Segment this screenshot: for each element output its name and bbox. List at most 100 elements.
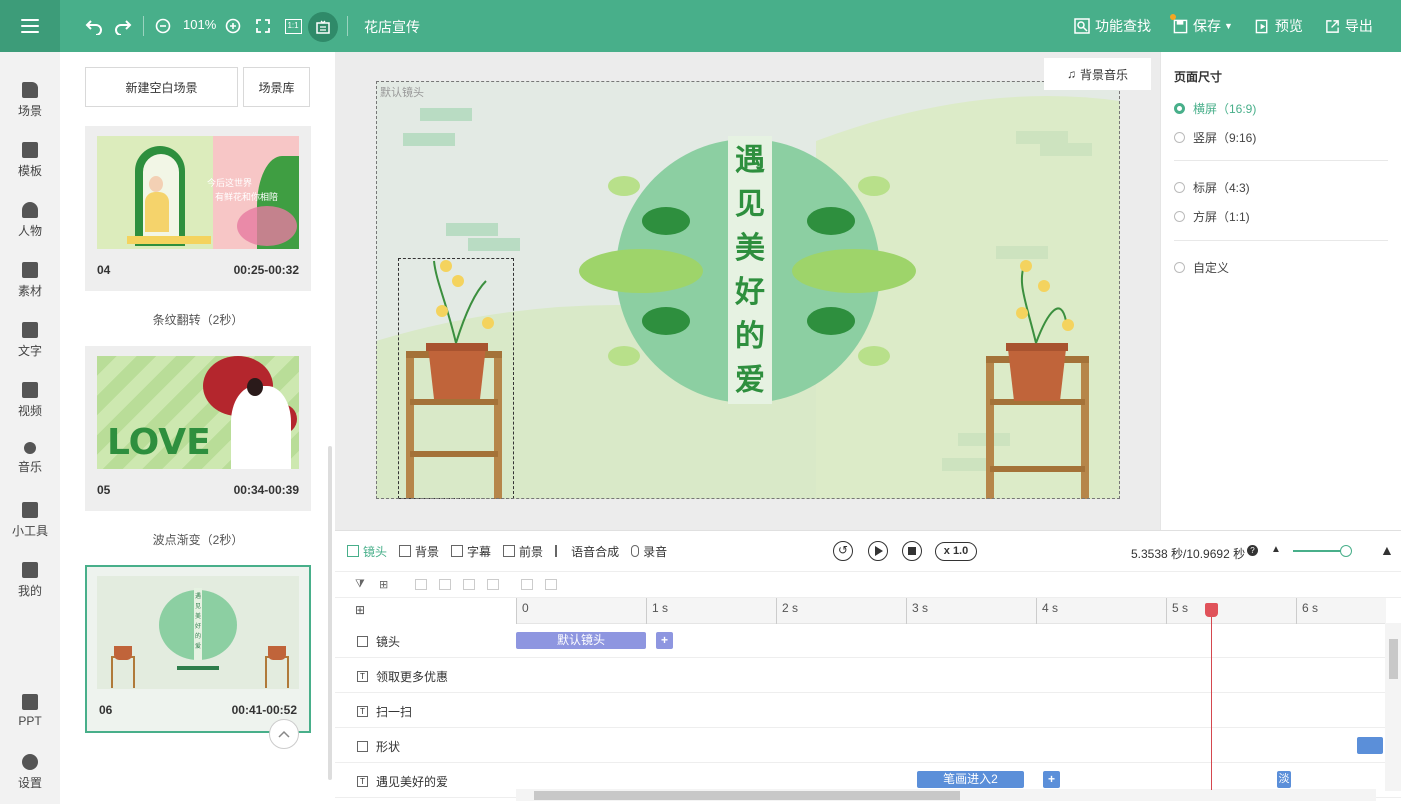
nav-character[interactable]: 人物	[0, 202, 60, 239]
nav-video[interactable]: 视频	[0, 382, 60, 419]
preview-button[interactable]: 预览	[1255, 16, 1303, 36]
nav-music[interactable]: 音乐	[0, 442, 60, 475]
shape-icon	[357, 741, 368, 752]
new-blank-scene-button[interactable]: 新建空白场景	[85, 67, 238, 107]
text-icon: T	[357, 776, 368, 787]
radio-landscape[interactable]: 横屏（16:9)	[1174, 100, 1256, 117]
radio-square[interactable]: 方屏（1:1)	[1174, 208, 1250, 225]
radio-portrait[interactable]: 竖屏（9:16)	[1174, 129, 1256, 146]
stage-canvas[interactable]: 遇见美好的爱	[376, 81, 1120, 499]
nav-settings[interactable]: 设置	[0, 754, 60, 791]
radio-icon	[1174, 182, 1185, 193]
stage-title[interactable]: 遇见美好的爱	[734, 139, 766, 403]
radio-standard[interactable]: 标屏（4:3)	[1174, 179, 1250, 196]
tab-foreground[interactable]: 前景	[503, 543, 543, 560]
collapse-up-button[interactable]	[269, 719, 299, 749]
selected-element-outline[interactable]	[398, 258, 514, 499]
track-settings-icon[interactable]: ⊞	[355, 603, 365, 617]
background-music-button[interactable]: ♫ 背景音乐	[1044, 58, 1151, 90]
save-button[interactable]: 保存 ▼	[1173, 16, 1233, 36]
track-row-text[interactable]: T 领取更多优惠	[335, 658, 1401, 693]
subtitle-tool-button[interactable]	[308, 12, 338, 42]
tab-camera[interactable]: 镜头	[347, 543, 387, 560]
nav-text[interactable]: 文字	[0, 322, 60, 359]
tab-background[interactable]: 背景	[399, 543, 439, 560]
microphone-icon	[631, 545, 640, 557]
distribute-icon[interactable]	[487, 579, 499, 590]
clip-stroke-enter[interactable]: 笔画进入2	[917, 771, 1024, 788]
timeline-hscrollbar[interactable]	[516, 789, 1376, 801]
track-row-shape[interactable]: 形状	[335, 728, 1401, 763]
actual-size-icon[interactable]: 1:1	[281, 14, 305, 38]
track-row-text[interactable]: T 扫一扫	[335, 693, 1401, 728]
undo-icon[interactable]	[82, 14, 106, 38]
align-center-icon[interactable]	[439, 579, 451, 590]
track-row-camera[interactable]: 镜头 默认镜头 +	[335, 623, 1401, 658]
upload-icon	[22, 562, 38, 578]
gear-icon	[22, 754, 38, 770]
menu-button[interactable]	[0, 0, 60, 52]
playhead[interactable]	[1211, 604, 1212, 790]
scene-card-06[interactable]: 遇见美好的爱 06 00:41-00:52	[85, 565, 311, 733]
stop-button[interactable]	[902, 541, 922, 561]
shape-clip[interactable]	[1357, 737, 1383, 754]
redo-icon[interactable]	[111, 14, 135, 38]
timeline-toolbar: ⧩ ⊞	[335, 571, 1401, 598]
playhead-handle[interactable]	[1205, 603, 1218, 617]
add-clip-button[interactable]: +	[656, 632, 673, 649]
nav-tools[interactable]: 小工具	[0, 502, 60, 539]
scene-thumbnail: LOVE	[97, 356, 299, 469]
nav-ppt[interactable]: PPT	[0, 694, 60, 728]
tab-tts[interactable]: 语音合成	[555, 543, 619, 560]
transition-label[interactable]: 波点渐变（2秒）	[85, 531, 311, 548]
speed-button[interactable]: x 1.0	[935, 542, 977, 561]
tab-subtitle[interactable]: 字幕	[451, 543, 491, 560]
zoom-in-icon[interactable]	[221, 14, 245, 38]
slider-handle[interactable]	[1340, 545, 1352, 557]
help-icon[interactable]: ?	[1247, 545, 1258, 556]
replay-button[interactable]: ↺	[833, 541, 853, 561]
filter-icon[interactable]: ⧩	[355, 578, 365, 591]
scene-thumbnail: 遇见美好的爱	[97, 576, 299, 689]
time-ruler[interactable]: 0 1 s 2 s 3 s 4 s 5 s 6 s	[516, 598, 1386, 624]
scene-time: 00:41-00:52	[231, 703, 297, 717]
nav-material[interactable]: 素材	[0, 262, 60, 299]
tab-record[interactable]: 录音	[631, 543, 667, 560]
menu-icon	[21, 19, 39, 33]
zoom-out-icon[interactable]	[151, 14, 175, 38]
fullscreen-icon[interactable]	[251, 14, 275, 38]
scene-card-05[interactable]: LOVE 05 00:34-00:39	[85, 346, 311, 511]
clip-fade[interactable]: 淡	[1277, 771, 1291, 788]
nav-template[interactable]: 模板	[0, 142, 60, 179]
export-button[interactable]: 导出	[1325, 16, 1373, 36]
scene-number: 05	[97, 483, 111, 497]
scene-number: 06	[99, 703, 113, 717]
stop-icon	[908, 547, 916, 555]
zoom-small-icon[interactable]: ▲	[1271, 544, 1281, 555]
nav-mine[interactable]: 我的	[0, 562, 60, 599]
timeline-vscrollbar[interactable]	[1385, 623, 1401, 791]
radio-custom[interactable]: 自定义	[1174, 259, 1229, 276]
scene-library-button[interactable]: 场景库	[243, 67, 310, 107]
nav-scene[interactable]: 场景	[0, 82, 60, 119]
video-icon	[22, 382, 38, 398]
align-left-icon[interactable]	[415, 579, 427, 590]
scene-number: 04	[97, 263, 111, 277]
group-icon[interactable]	[521, 579, 533, 590]
clip-default-camera[interactable]: 默认镜头	[516, 632, 646, 649]
scene-card-04[interactable]: 今后这世界 有鲜花和你相陪 04 00:25-00:32	[85, 126, 311, 291]
transition-label[interactable]: 条纹翻转（2秒）	[85, 311, 311, 328]
add-clip-button[interactable]: +	[1043, 771, 1060, 788]
preview-icon	[1255, 19, 1268, 33]
scene-panel-scrollbar[interactable]	[328, 446, 332, 780]
project-title[interactable]: 花店宣传	[364, 17, 420, 37]
layers-icon[interactable]: ⊞	[379, 578, 388, 591]
scene-thumbnail: 今后这世界 有鲜花和你相陪	[97, 136, 299, 249]
zoom-large-icon[interactable]: ▲	[1380, 542, 1394, 558]
ungroup-icon[interactable]	[545, 579, 557, 590]
material-icon	[22, 262, 38, 278]
export-icon	[1326, 19, 1339, 33]
play-button[interactable]	[868, 541, 888, 561]
function-search-button[interactable]: 功能查找	[1074, 14, 1176, 36]
align-right-icon[interactable]	[463, 579, 475, 590]
